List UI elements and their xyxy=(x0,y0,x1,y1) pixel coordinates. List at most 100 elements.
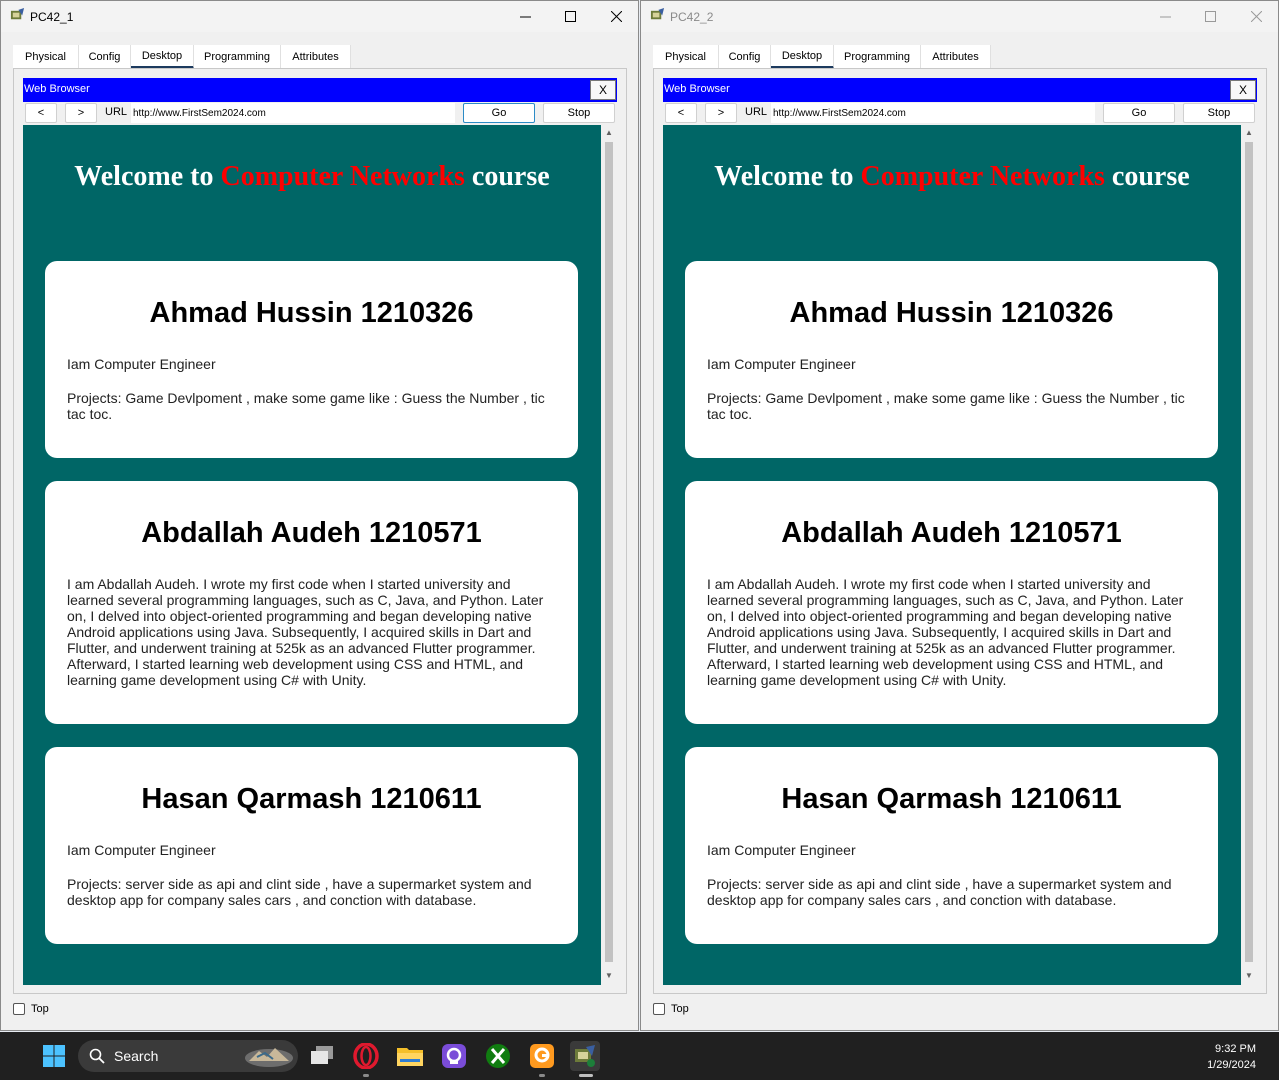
maximize-button[interactable] xyxy=(1192,5,1228,27)
top-checkbox-label: Top xyxy=(31,1003,49,1015)
tab-attributes[interactable]: Attributes xyxy=(281,45,351,69)
tab-config[interactable]: Config xyxy=(79,45,131,69)
card-text: I am Abdallah Audeh. I wrote my first co… xyxy=(67,576,544,688)
packet-tracer-icon xyxy=(10,8,25,20)
web-browser-close-button[interactable]: X xyxy=(1230,80,1256,100)
vertical-scrollbar[interactable]: ▲ ▼ xyxy=(1241,125,1257,985)
stop-button[interactable]: Stop xyxy=(1183,103,1255,123)
back-button[interactable]: < xyxy=(25,103,57,123)
running-indicator xyxy=(363,1074,369,1077)
minimize-button[interactable] xyxy=(1147,5,1183,27)
vertical-scrollbar[interactable]: ▲ ▼ xyxy=(601,125,617,985)
tab-programming[interactable]: Programming xyxy=(194,45,281,69)
web-browser-title: Web Browser xyxy=(664,83,730,95)
window-pc42-1: PC42_1 Physical Config Desktop Programmi… xyxy=(0,0,639,1031)
maximize-button[interactable] xyxy=(552,5,588,27)
go-button[interactable]: Go xyxy=(1103,103,1175,123)
card-text: Iam Computer Engineer xyxy=(707,356,856,372)
go-button[interactable]: Go xyxy=(463,103,535,123)
card-text: Projects: server side as api and clint s… xyxy=(707,876,1172,908)
search-highlight-icon xyxy=(245,1048,293,1067)
browser-nav-bar: < > URL Go Stop xyxy=(23,103,617,124)
taskbar-search-label: Search xyxy=(114,1048,159,1064)
opera-icon[interactable] xyxy=(351,1041,381,1071)
profile-card: Ahmad Hussin 1210326 Iam Computer Engine… xyxy=(45,261,578,458)
close-button[interactable] xyxy=(1238,5,1274,27)
card-name: Ahmad Hussin 1210326 xyxy=(789,297,1114,329)
web-browser-close-button[interactable]: X xyxy=(590,80,616,100)
heading-pre: Welcome to xyxy=(74,161,221,192)
packet-tracer-icon xyxy=(650,8,665,20)
scrollbar-thumb[interactable] xyxy=(605,142,613,962)
packet-tracer-taskbar-icon[interactable] xyxy=(570,1041,600,1071)
card-name: Abdallah Audeh 1210571 xyxy=(141,517,482,549)
forward-button[interactable]: > xyxy=(65,103,97,123)
top-checkbox[interactable]: Top xyxy=(653,1003,689,1015)
tab-bar: Physical Config Desktop Programming Attr… xyxy=(13,45,351,69)
tab-config[interactable]: Config xyxy=(719,45,771,69)
tab-physical[interactable]: Physical xyxy=(13,45,79,69)
task-view-icon[interactable] xyxy=(307,1041,337,1071)
web-browser-titlebar: Web Browser X xyxy=(663,78,1257,102)
desktop-panel: Web Browser X < > URL Go Stop Welcome to… xyxy=(13,68,627,994)
card-text: Projects: Game Devlpoment , make some ga… xyxy=(67,390,545,422)
url-label: URL xyxy=(105,106,128,118)
clock-time: 9:32 PM xyxy=(1215,1043,1256,1055)
desktop-panel: Web Browser X < > URL Go Stop Welcome to… xyxy=(653,68,1267,994)
clock-date: 1/29/2024 xyxy=(1207,1059,1256,1071)
close-button[interactable] xyxy=(598,5,634,27)
profile-card: Ahmad Hussin 1210326 Iam Computer Engine… xyxy=(685,261,1218,458)
window-title: PC42_1 xyxy=(30,10,74,24)
system-clock[interactable]: 9:32 PM 1/29/2024 xyxy=(1207,1041,1256,1073)
window-title: PC42_2 xyxy=(670,10,714,24)
card-name: Hasan Qarmash 1210611 xyxy=(141,783,482,815)
url-input[interactable] xyxy=(771,103,1095,123)
title-bar[interactable]: PC42_1 xyxy=(1,1,638,32)
heading-highlight: Computer Networks xyxy=(860,161,1105,192)
windows-start-icon[interactable] xyxy=(39,1041,69,1071)
tab-physical[interactable]: Physical xyxy=(653,45,719,69)
profile-card: Abdallah Audeh 1210571 I am Abdallah Aud… xyxy=(685,481,1218,724)
minimize-button[interactable] xyxy=(507,5,543,27)
back-button[interactable]: < xyxy=(665,103,697,123)
top-checkbox[interactable]: Top xyxy=(13,1003,49,1015)
forward-button[interactable]: > xyxy=(705,103,737,123)
window-pc42-2: PC42_2 Physical Config Desktop Programmi… xyxy=(640,0,1279,1031)
card-name: Abdallah Audeh 1210571 xyxy=(781,517,1122,549)
file-explorer-icon[interactable] xyxy=(395,1041,425,1071)
taskbar-search-box[interactable]: Search xyxy=(78,1040,298,1072)
tab-desktop[interactable]: Desktop xyxy=(771,45,834,69)
card-text: I am Abdallah Audeh. I wrote my first co… xyxy=(707,576,1184,688)
browser-nav-bar: < > URL Go Stop xyxy=(663,103,1257,124)
xbox-icon[interactable] xyxy=(483,1041,513,1071)
heading-highlight: Computer Networks xyxy=(220,161,465,192)
profile-card: Hasan Qarmash 1210611 Iam Computer Engin… xyxy=(685,747,1218,944)
card-text: Projects: server side as api and clint s… xyxy=(67,876,532,908)
card-name: Hasan Qarmash 1210611 xyxy=(781,783,1122,815)
url-input[interactable] xyxy=(131,103,455,123)
tab-bar: Physical Config Desktop Programming Attr… xyxy=(653,45,991,69)
app-orange-icon[interactable] xyxy=(527,1041,557,1071)
card-text: Iam Computer Engineer xyxy=(67,842,216,858)
search-icon xyxy=(89,1048,105,1064)
checkbox-box[interactable] xyxy=(13,1003,25,1015)
tab-attributes[interactable]: Attributes xyxy=(921,45,991,69)
checkbox-box[interactable] xyxy=(653,1003,665,1015)
app-icon[interactable] xyxy=(439,1041,469,1071)
running-indicator xyxy=(539,1074,545,1077)
web-page-viewport[interactable]: Welcome to Computer Networks course Ahma… xyxy=(23,125,601,985)
scrollbar-thumb[interactable] xyxy=(1245,142,1253,962)
web-browser-title: Web Browser xyxy=(24,83,90,95)
card-name: Ahmad Hussin 1210326 xyxy=(149,297,474,329)
stop-button[interactable]: Stop xyxy=(543,103,615,123)
title-bar[interactable]: PC42_2 xyxy=(641,1,1278,32)
card-text: Iam Computer Engineer xyxy=(67,356,216,372)
scroll-down-icon[interactable]: ▼ xyxy=(1245,971,1253,980)
tab-programming[interactable]: Programming xyxy=(834,45,921,69)
tab-desktop[interactable]: Desktop xyxy=(131,45,194,69)
scroll-down-icon[interactable]: ▼ xyxy=(605,971,613,980)
scroll-up-icon[interactable]: ▲ xyxy=(605,128,613,137)
profile-card: Abdallah Audeh 1210571 I am Abdallah Aud… xyxy=(45,481,578,724)
web-page-viewport[interactable]: Welcome to Computer Networks course Ahma… xyxy=(663,125,1241,985)
scroll-up-icon[interactable]: ▲ xyxy=(1245,128,1253,137)
